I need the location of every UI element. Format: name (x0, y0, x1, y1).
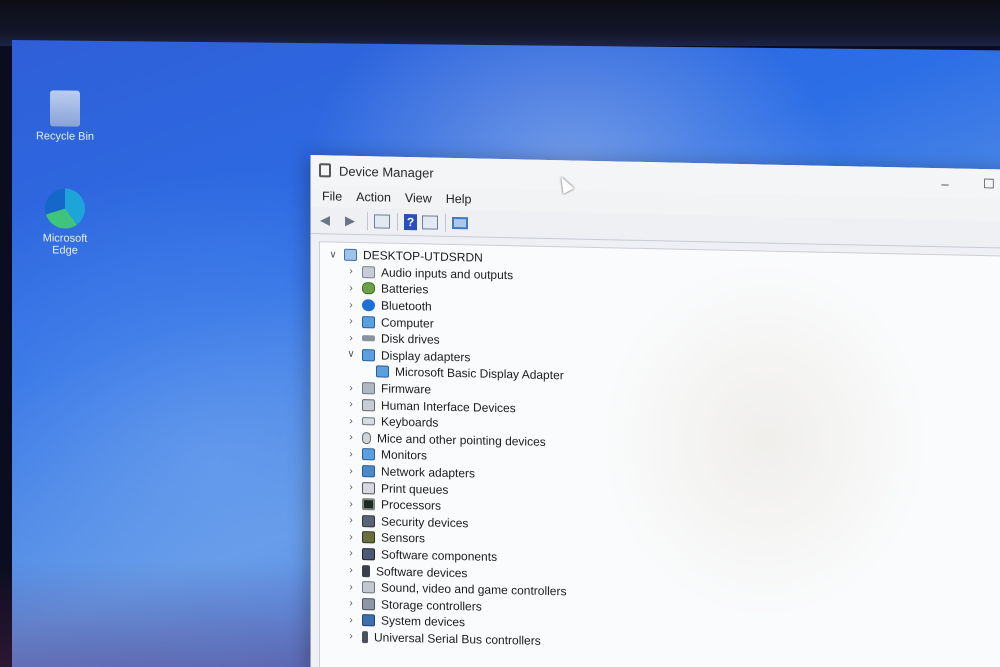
menu-view[interactable]: View (398, 189, 439, 208)
chevron-right-icon[interactable]: › (344, 299, 358, 310)
toolbar-separator (367, 212, 368, 231)
cpu-icon (362, 498, 375, 511)
chevron-right-icon[interactable]: › (344, 382, 358, 393)
help-icon[interactable]: ? (404, 213, 417, 231)
toolbar-separator (445, 213, 446, 232)
tree-item-label: Universal Serial Bus controllers (374, 630, 541, 648)
toolbar-separator (397, 212, 398, 231)
disk-icon (362, 335, 375, 342)
chevron-right-icon[interactable]: › (344, 515, 358, 526)
desktop-icon-label: Recycle Bin (35, 130, 95, 143)
recycle-bin-icon (50, 90, 80, 127)
tree-item-label: Network adapters (381, 464, 476, 481)
mouse-icon (362, 431, 371, 445)
tree-item-label: Audio inputs and outputs (381, 265, 514, 283)
forward-arrow-icon[interactable]: ▶ (340, 212, 360, 230)
monitor-icon (376, 365, 389, 379)
desktop-icon-label: Microsoft Edge (42, 232, 88, 257)
tree-item-label: Sensors (381, 530, 426, 546)
storage-icon (362, 597, 375, 611)
chevron-right-icon[interactable]: › (344, 332, 358, 344)
device-manager-icon (319, 163, 331, 178)
device-tree-pane: ∨ DESKTOP-UTDSRDN › Audio inputs and out… (319, 241, 1000, 667)
chevron-right-icon[interactable]: › (344, 399, 358, 410)
tree-item-label: Software devices (376, 563, 468, 580)
chevron-right-icon[interactable]: › (344, 581, 358, 592)
device-tree: ∨ DESKTOP-UTDSRDN › Audio inputs and out… (320, 242, 1000, 659)
tree-item-label: Bluetooth (381, 298, 432, 314)
tree-root-label: DESKTOP-UTDSRDN (363, 248, 483, 265)
computer-icon (344, 249, 357, 262)
chevron-right-icon[interactable]: › (344, 266, 358, 277)
chevron-down-icon[interactable]: ∨ (344, 349, 358, 360)
chevron-right-icon[interactable]: › (344, 532, 358, 543)
chevron-right-icon[interactable]: › (344, 415, 358, 427)
chevron-right-icon[interactable]: › (344, 565, 358, 576)
keyboard-icon (362, 417, 375, 426)
chevron-right-icon[interactable]: › (344, 598, 358, 609)
chevron-down-icon[interactable]: ∨ (326, 249, 340, 260)
tree-item-label: Display adapters (381, 348, 471, 365)
tree-item-label: Firmware (381, 381, 431, 397)
usb-icon (362, 631, 368, 644)
window-title: Device Manager (339, 163, 434, 181)
chevron-right-icon[interactable]: › (344, 465, 358, 476)
tree-item-label: Keyboards (381, 414, 439, 430)
chevron-right-icon[interactable]: › (344, 548, 358, 559)
menu-file[interactable]: File (315, 187, 349, 206)
software-device-icon (362, 564, 370, 577)
hid-icon (362, 398, 375, 412)
network-icon (362, 465, 375, 478)
properties-icon[interactable] (374, 214, 390, 229)
component-icon (362, 548, 375, 561)
tree-item-label: Processors (381, 497, 442, 513)
menu-action[interactable]: Action (349, 188, 398, 207)
chevron-right-icon[interactable]: › (344, 283, 358, 294)
printer-icon (362, 481, 375, 494)
chevron-right-icon[interactable]: › (344, 482, 358, 493)
tree-item-label: Computer (381, 315, 434, 331)
firmware-icon (362, 382, 375, 395)
tree-item-label: Human Interface Devices (381, 398, 516, 415)
sensor-icon (362, 531, 375, 544)
computer-icon (362, 315, 375, 329)
monitor-icon (362, 448, 375, 461)
tree-item-label: Storage controllers (381, 597, 482, 614)
maximize-button[interactable]: ☐ (967, 169, 1000, 200)
desktop-icon-edge[interactable]: Microsoft Edge (30, 188, 100, 257)
monitor-icon (362, 348, 375, 362)
bluetooth-icon (362, 299, 375, 312)
menu-help[interactable]: Help (439, 190, 479, 209)
tree-item-label: Print queues (381, 481, 449, 497)
desktop-icon-recycle-bin[interactable]: Recycle Bin (30, 90, 100, 143)
chevron-right-icon[interactable]: › (344, 615, 358, 626)
tree-item-label: Security devices (381, 514, 469, 531)
back-arrow-icon[interactable]: ◀ (315, 211, 335, 229)
chevron-right-icon[interactable]: › (344, 316, 358, 327)
security-icon (362, 514, 375, 528)
tree-item-label: Disk drives (381, 331, 440, 347)
device-manager-window: Device Manager – ☐ File Action View Help… (310, 155, 1000, 667)
tree-item-label: System devices (381, 613, 466, 630)
chevron-right-icon[interactable]: › (344, 449, 358, 460)
chevron-right-icon[interactable]: › (344, 432, 358, 443)
tree-item-label: Batteries (381, 281, 429, 297)
chevron-right-icon[interactable]: › (344, 498, 358, 510)
screen-reflection (0, 560, 320, 667)
battery-icon (362, 282, 375, 295)
speaker-icon (362, 265, 375, 279)
properties-view-icon[interactable] (422, 215, 438, 230)
tree-item-label: Monitors (381, 447, 428, 463)
system-icon (362, 614, 375, 627)
scan-hardware-icon[interactable] (452, 216, 468, 230)
screen-bezel (0, 0, 1000, 46)
minimize-button[interactable]: – (923, 168, 967, 199)
sound-icon (362, 581, 375, 594)
edge-icon (45, 188, 85, 229)
chevron-right-icon[interactable]: › (344, 631, 358, 642)
tree-item-label: Software components (381, 547, 498, 564)
